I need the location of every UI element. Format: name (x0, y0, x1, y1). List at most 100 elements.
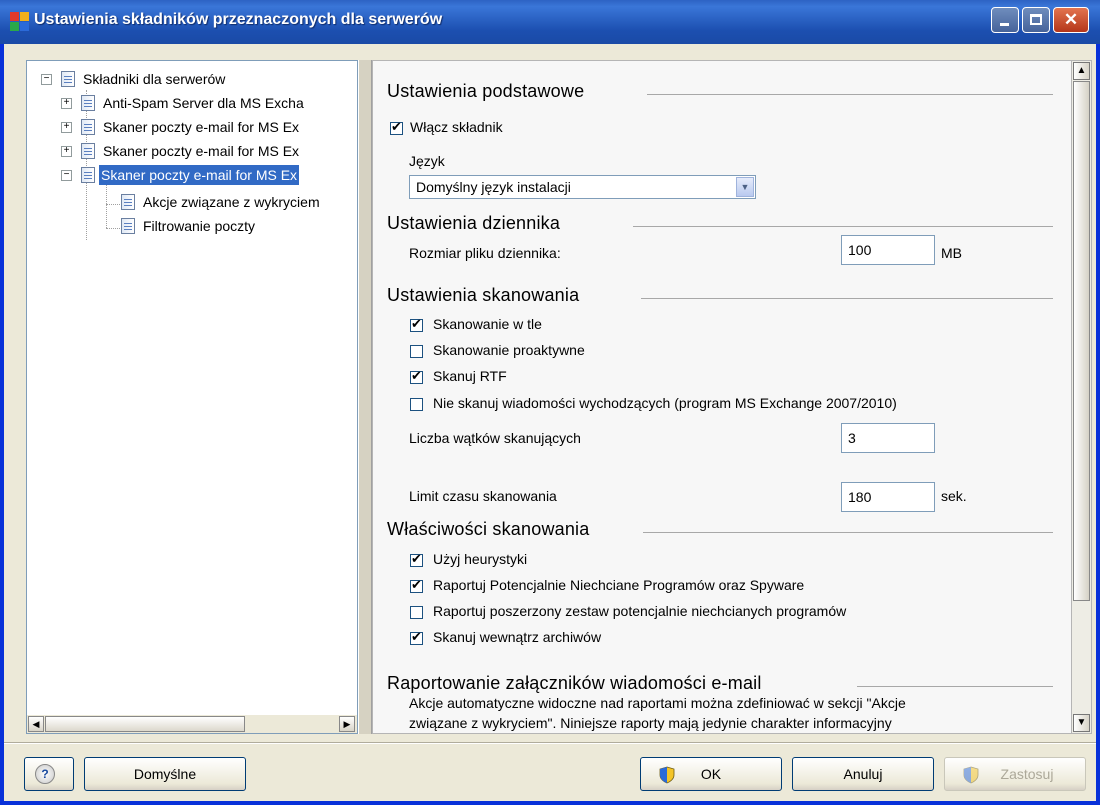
title-bar[interactable]: Ustawienia składników przeznaczonych dla… (0, 0, 1100, 44)
ok-button[interactable]: OK (640, 757, 782, 791)
tree-item-email-scanner-1[interactable]: + Skaner poczty e-mail for MS Ex (57, 117, 357, 137)
tree-horizontal-scrollbar[interactable]: ◀ ▶ (27, 715, 357, 733)
section-divider (643, 532, 1053, 533)
chevron-down-icon[interactable]: ▼ (736, 177, 754, 197)
report-extended-pup-label[interactable]: Raportuj poszerzony zestaw potencjalnie … (433, 603, 846, 619)
close-button[interactable]: ✕ (1053, 7, 1089, 33)
skip-outgoing-label[interactable]: Nie skanuj wiadomości wychodzących (prog… (433, 395, 897, 411)
scroll-down-icon[interactable]: ▼ (1073, 714, 1090, 732)
log-size-label: Rozmiar pliku dziennika: (409, 245, 561, 261)
collapse-icon[interactable]: − (61, 170, 72, 181)
component-tree[interactable]: − Składniki dla serwerów + Anti-Spam Ser… (26, 60, 358, 734)
expand-icon[interactable]: + (61, 122, 72, 133)
maximize-icon (1030, 14, 1042, 25)
cancel-label: Anuluj (843, 766, 883, 782)
scan-timeout-label: Limit czasu skanowania (409, 488, 557, 504)
minimize-icon (1000, 23, 1009, 26)
report-extended-pup-checkbox[interactable] (410, 606, 423, 619)
close-icon: ✕ (1063, 10, 1079, 29)
report-pup-checkbox[interactable] (410, 577, 423, 593)
section-heading-scan: Ustawienia skanowania (387, 285, 580, 305)
subitem-icon (121, 218, 135, 234)
tree-item-anti-spam[interactable]: + Anti-Spam Server dla MS Excha (57, 93, 357, 113)
heuristics-checkbox[interactable] (410, 551, 423, 567)
section-heading-log: Ustawienia dziennika (387, 213, 561, 233)
enable-component-checkbox[interactable] (390, 119, 403, 135)
log-size-input[interactable]: 100 (841, 235, 935, 265)
scan-rtf-checkbox[interactable] (410, 368, 423, 384)
uac-shield-icon (963, 766, 979, 784)
maximize-button[interactable] (1022, 7, 1050, 33)
help-icon: ? (35, 764, 55, 784)
language-label: Język (409, 153, 445, 169)
tree-connector (106, 184, 107, 228)
language-select[interactable]: Domyślny język instalacji ▼ (409, 175, 756, 199)
section-divider (633, 226, 1053, 227)
component-icon (81, 95, 95, 111)
help-button[interactable]: ? (24, 757, 74, 791)
enable-component-label[interactable]: Włącz składnik (410, 119, 503, 135)
expand-icon[interactable]: + (61, 98, 72, 109)
tree-item-label: Skaner poczty e-mail for MS Ex (103, 119, 300, 135)
expand-icon[interactable]: + (61, 146, 72, 157)
cancel-button[interactable]: Anuluj (792, 757, 934, 791)
component-icon (81, 143, 95, 159)
avg-logo-icon (10, 12, 30, 32)
scan-rtf-label[interactable]: Skanuj RTF (433, 368, 507, 384)
footer-separator (4, 742, 1096, 744)
proactive-scan-label[interactable]: Skanowanie proaktywne (433, 342, 585, 358)
window-title: Ustawienia składników przeznaczonych dla… (34, 11, 443, 28)
scroll-thumb[interactable] (45, 716, 245, 732)
tree-item-label: Anti-Spam Server dla MS Excha (103, 95, 304, 111)
section-heading-properties: Właściwości skanowania (387, 519, 590, 539)
ok-label: OK (700, 766, 722, 782)
component-icon (81, 119, 95, 135)
panel-splitter[interactable] (358, 60, 372, 734)
tree-item-label-selected: Skaner poczty e-mail for MS Ex (99, 165, 300, 185)
section-heading-attachments: Raportowanie załączników wiadomości e-ma… (387, 673, 762, 693)
skip-outgoing-checkbox[interactable] (410, 398, 423, 411)
section-divider (857, 686, 1053, 687)
report-pup-label[interactable]: Raportuj Potencjalnie Niechciane Program… (433, 577, 804, 593)
collapse-icon[interactable]: − (41, 74, 52, 85)
defaults-button[interactable]: Domyślne (84, 757, 246, 791)
scan-timeout-input[interactable]: 180 (841, 482, 935, 512)
scroll-left-icon[interactable]: ◀ (28, 716, 44, 732)
attachments-description-line1: Akcje automatyczne widoczne nad raportam… (409, 695, 906, 711)
tree-child-label: Akcje związane z wykryciem (143, 194, 320, 210)
scan-threads-label: Liczba wątków skanujących (409, 430, 581, 446)
tree-item-email-scanner-2[interactable]: + Skaner poczty e-mail for MS Ex (57, 141, 357, 161)
tree-root[interactable]: − Składniki dla serwerów (37, 69, 357, 89)
settings-vertical-scrollbar[interactable]: ▲ ▼ (1072, 60, 1092, 734)
section-divider (641, 298, 1053, 299)
tree-child-detection-actions[interactable]: Akcje związane z wykryciem (121, 192, 357, 212)
scan-archives-checkbox[interactable] (410, 629, 423, 645)
proactive-scan-checkbox[interactable] (410, 345, 423, 358)
scan-threads-input[interactable]: 3 (841, 423, 935, 453)
apply-button[interactable]: Zastosuj (944, 757, 1086, 791)
scan-archives-label[interactable]: Skanuj wewnątrz archiwów (433, 629, 601, 645)
tree-root-label: Składniki dla serwerów (83, 71, 226, 87)
scroll-up-icon[interactable]: ▲ (1073, 62, 1090, 80)
settings-panel: Ustawienia podstawowe Włącz składnik Jęz… (372, 60, 1072, 734)
component-icon (81, 167, 95, 183)
tree-connector (106, 228, 120, 229)
tree-child-mail-filtering[interactable]: Filtrowanie poczty (121, 216, 357, 236)
background-scan-checkbox[interactable] (410, 316, 423, 332)
scan-timeout-unit: sek. (941, 488, 967, 504)
section-heading-basic: Ustawienia podstawowe (387, 81, 585, 101)
tree-item-email-scanner-3[interactable]: − Skaner poczty e-mail for MS Ex (57, 165, 357, 185)
components-icon (61, 71, 75, 87)
uac-shield-icon (659, 766, 675, 784)
tree-connector (106, 204, 120, 205)
scroll-right-icon[interactable]: ▶ (339, 716, 355, 732)
heuristics-label[interactable]: Użyj heurystyki (433, 551, 527, 567)
tree-child-label: Filtrowanie poczty (143, 218, 256, 234)
tree-item-label: Skaner poczty e-mail for MS Ex (103, 143, 300, 159)
language-select-value: Domyślny język instalacji (416, 179, 571, 195)
background-scan-label[interactable]: Skanowanie w tle (433, 316, 542, 332)
log-size-unit: MB (941, 245, 962, 261)
scroll-thumb[interactable] (1073, 81, 1090, 601)
minimize-button[interactable] (991, 7, 1019, 33)
subitem-icon (121, 194, 135, 210)
